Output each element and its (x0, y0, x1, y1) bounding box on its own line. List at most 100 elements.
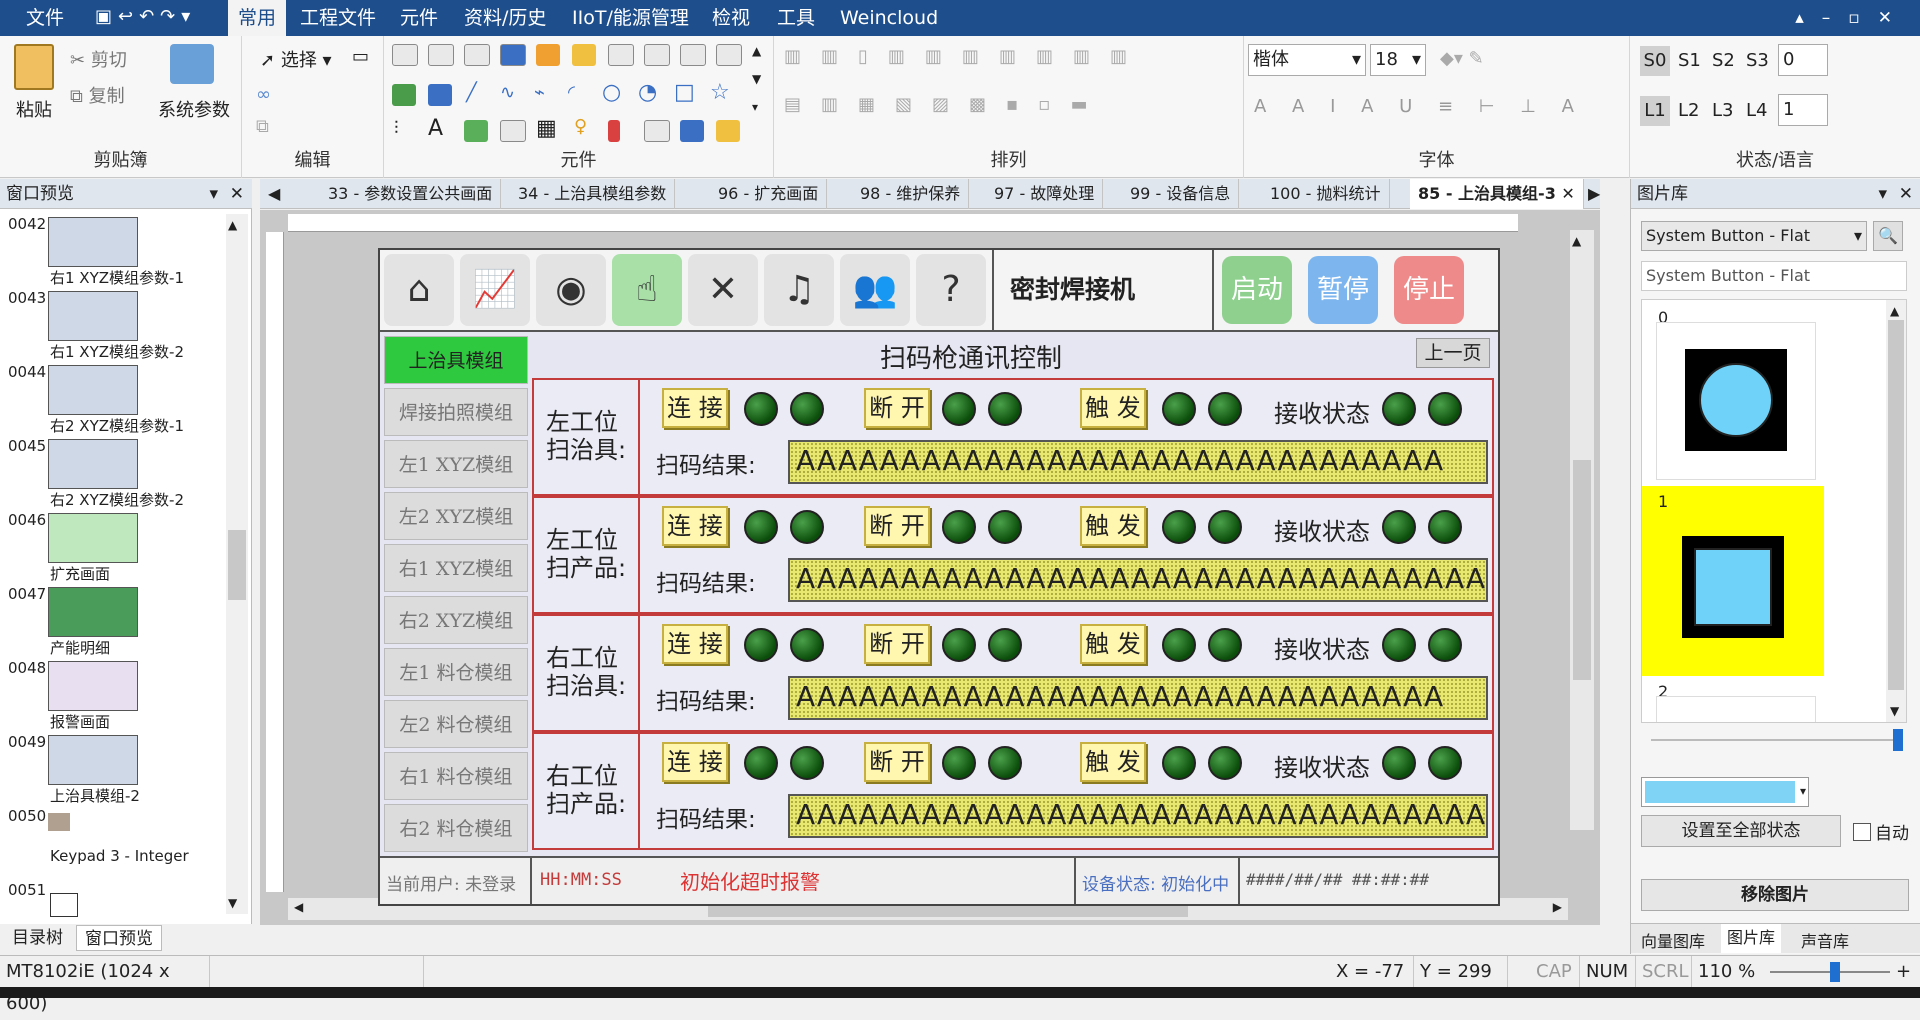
gallery-item-2[interactable] (1656, 696, 1816, 722)
slider-icon[interactable] (680, 44, 706, 66)
menu-tab-data-history[interactable]: 资料/历史 (464, 0, 546, 36)
ascii-icon[interactable] (428, 84, 452, 106)
scroll-thumb[interactable] (1888, 320, 1904, 690)
tab-directory-tree[interactable]: 目录树 (4, 925, 71, 951)
side-button-left2-bin[interactable]: 左2 料仓模组 (384, 700, 528, 748)
state-s1[interactable]: S1 (1678, 50, 1701, 71)
close-icon[interactable]: ✕ (230, 179, 244, 209)
trigger-button[interactable]: 触 发 (1080, 742, 1146, 782)
chart-icon[interactable]: 📈 (460, 254, 530, 326)
duplicate-icon[interactable]: ⧉ (256, 116, 269, 137)
tab-vector-library[interactable]: 向量图库 (1641, 928, 1705, 952)
gallery-item-0[interactable] (1656, 322, 1816, 480)
grid-icon[interactable]: ▦ (536, 116, 557, 141)
traffic-light-icon[interactable] (608, 120, 620, 142)
side-button-left2-xyz[interactable]: 左2 XYZ模组 (384, 492, 528, 540)
copy-button[interactable]: ⧉ 复制 (70, 82, 125, 108)
list-item[interactable]: 0043 右1 XYZ模组参数-2 (0, 289, 225, 363)
menu-tab-tools[interactable]: 工具 (777, 0, 815, 36)
slider-handle[interactable] (1893, 729, 1903, 751)
line-icon[interactable]: ╱ (466, 82, 477, 103)
tabs-scroll-right-icon[interactable]: ▶ (1588, 179, 1600, 209)
menu-tab-weincloud[interactable]: Weincloud (840, 0, 938, 36)
table-view-icon[interactable] (716, 44, 742, 66)
wave-icon[interactable]: ∿ (500, 82, 515, 103)
home-icon[interactable]: ⌂ (384, 254, 454, 326)
font-family-select[interactable]: 楷体 ▾ (1248, 44, 1366, 76)
side-button-left1-xyz[interactable]: 左1 XYZ模组 (384, 440, 528, 488)
align-icons-row2[interactable]: ▤▥▦▧▨▩▪▫▬ (784, 94, 1107, 115)
frame-icon[interactable]: ▭ (352, 46, 369, 67)
language-l3[interactable]: L3 (1712, 100, 1733, 121)
side-button-upper-fixture[interactable]: 上治具模组 (384, 336, 528, 384)
connect-button[interactable]: 连 接 (662, 506, 728, 546)
word-set-icon[interactable] (680, 120, 704, 142)
font-style-icons[interactable]: A A I A U ≡ ⊢ ⊥ A (1254, 96, 1584, 117)
list-item[interactable]: 0047 产能明细 (0, 585, 225, 659)
library-select[interactable]: System Button - Flat ▾ (1641, 221, 1867, 251)
side-button-left1-bin[interactable]: 左1 料仓模组 (384, 648, 528, 696)
state-s2[interactable]: S2 (1712, 50, 1735, 71)
prev-page-button[interactable]: 上一页 (1416, 338, 1490, 368)
chevron-down-icon[interactable]: ▾ (209, 179, 218, 209)
disconnect-button[interactable]: 断 开 (864, 742, 930, 782)
scroll-thumb[interactable] (1573, 460, 1591, 680)
hand-pointer-icon[interactable]: ☝ (612, 254, 682, 326)
size-slider[interactable] (1651, 739, 1895, 741)
tools-icon[interactable]: ✕ (688, 254, 758, 326)
list-item[interactable]: 0049 上治具模组-2 (0, 733, 225, 807)
side-button-right2-bin[interactable]: 右2 料仓模组 (384, 804, 528, 852)
picture-icon[interactable] (464, 120, 488, 142)
language-spinner[interactable]: 1 (1778, 94, 1828, 126)
list-item[interactable]: 0048 报警画面 (0, 659, 225, 733)
numeric-display-icon[interactable] (392, 84, 416, 106)
font-size-select[interactable]: 18 ▾ (1370, 44, 1426, 76)
remove-picture-button[interactable]: 移除图片 (1641, 879, 1909, 911)
scale-icon[interactable]: ⫶ (394, 118, 399, 139)
gallery-scroll[interactable]: ▲ ▼ ▾ (752, 44, 761, 114)
close-icon[interactable]: ✕ (1561, 184, 1574, 203)
tab-window-97[interactable]: 97 - 故障处理 (986, 179, 1104, 209)
language-l4[interactable]: L4 (1746, 100, 1767, 121)
connect-button[interactable]: 连 接 (662, 742, 728, 782)
pause-button[interactable]: 暂停 (1308, 256, 1378, 324)
keypad-icon[interactable] (716, 120, 740, 142)
scroll-thumb[interactable] (228, 530, 246, 600)
disconnect-button[interactable]: 断 开 (864, 624, 930, 664)
tab-window-85[interactable]: 85 - 上治具模组-3 ✕ (1410, 179, 1584, 209)
toggle-switch-icon[interactable] (572, 44, 596, 66)
tab-window-96[interactable]: 96 - 扩充画面 (710, 179, 828, 209)
system-params-button[interactable]: 系统参数 (158, 96, 230, 122)
trigger-button[interactable]: 触 发 (1080, 624, 1146, 664)
tab-picture-library[interactable]: 图片库 (1721, 924, 1782, 953)
set-bit-icon[interactable] (464, 44, 490, 66)
lamp-icon[interactable]: ♀ (574, 116, 587, 137)
list-item[interactable]: 0042 右1 XYZ模组参数-1 (0, 215, 225, 289)
eye-icon[interactable]: ◉ (536, 254, 606, 326)
auto-checkbox[interactable] (1853, 823, 1871, 841)
combo-icon[interactable] (644, 44, 670, 66)
tab-window-100[interactable]: 100 - 抛料统计 (1262, 179, 1390, 209)
paste-button[interactable]: 粘贴 (16, 96, 52, 122)
disconnect-button[interactable]: 断 开 (864, 388, 930, 428)
state-s3[interactable]: S3 (1746, 50, 1769, 71)
stop-button[interactable]: 停止 (1394, 256, 1464, 324)
connect-button[interactable]: 连 接 (662, 624, 728, 664)
library-browse-icon[interactable]: 🔍 (1873, 221, 1903, 251)
function-key-icon[interactable] (536, 44, 560, 66)
close-icon[interactable]: ✕ (1899, 179, 1913, 209)
menu-tab-objects[interactable]: 元件 (400, 0, 438, 36)
arc-icon[interactable]: ◜ (568, 82, 575, 103)
state-s0[interactable]: S0 (1640, 46, 1670, 76)
list-item[interactable]: 0051 (0, 881, 225, 921)
gallery-scrollbar[interactable]: ▲ ▼ (1886, 300, 1906, 722)
tab-window-preview[interactable]: 窗口预览 (76, 925, 162, 951)
help-icon[interactable]: ? (916, 254, 986, 326)
tab-sound-library[interactable]: 声音库 (1801, 928, 1849, 952)
zoom-in-icon[interactable]: + (1896, 956, 1911, 988)
tab-window-98[interactable]: 98 - 维护保养 (852, 179, 970, 209)
window-controls[interactable]: ▴–▫✕ (1795, 0, 1910, 36)
state-spinner[interactable]: 0 (1778, 44, 1828, 76)
menu-file[interactable]: 文件 (26, 0, 64, 36)
tab-window-34[interactable]: 34 - 上治具模组参数 (510, 179, 676, 209)
